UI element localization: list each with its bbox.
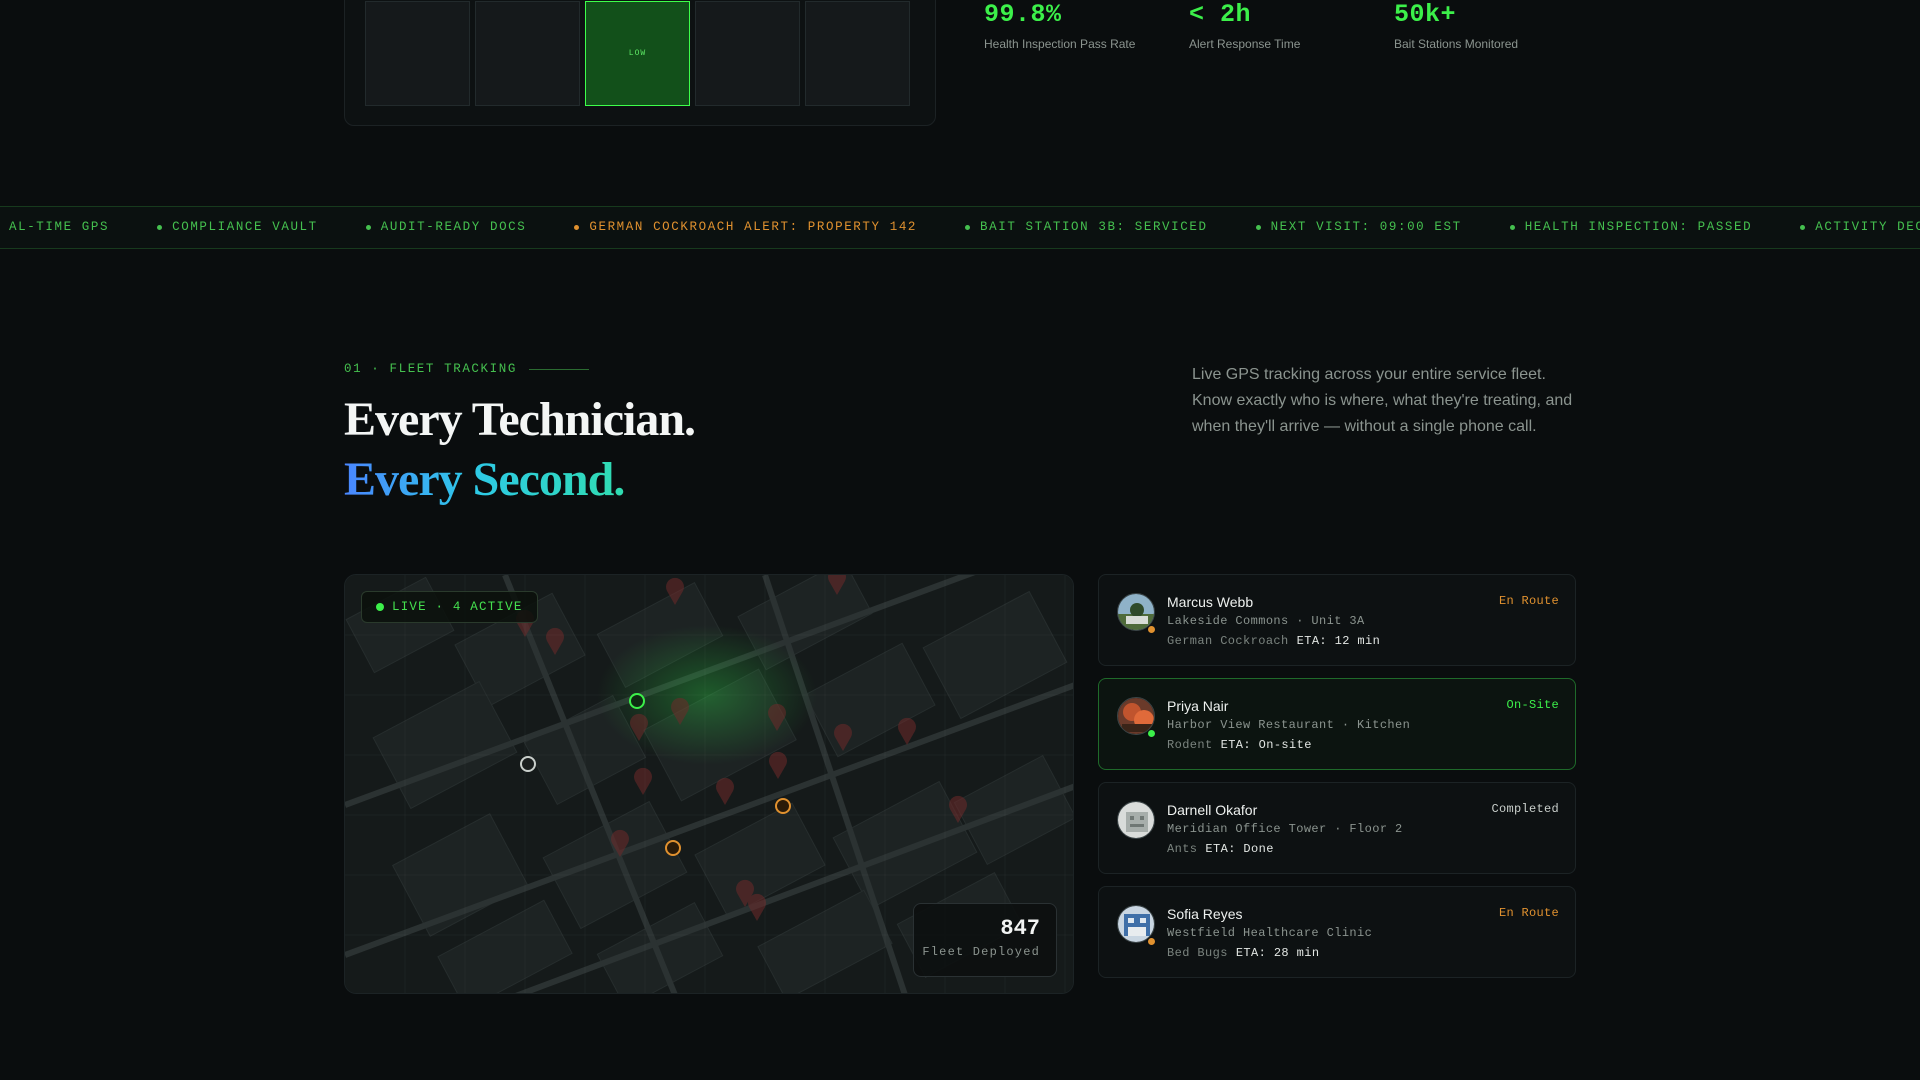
avatar [1117,801,1155,839]
technician-list: Marcus Webb Lakeside Commons · Unit 3A G… [1098,574,1576,990]
ticker-track: AL-TIME GPS COMPLIANCE VAULT AUDIT-READY… [0,220,1920,234]
ticker-text: HEALTH INSPECTION: PASSED [1524,220,1753,234]
technician-name: Darnell Okafor [1167,802,1258,818]
fleet-map[interactable]: LIVE · 4 ACTIVE 847 Fleet Deployed [344,574,1074,994]
status-dot-icon [1147,729,1156,738]
section-description: Live GPS tracking across your entire ser… [1192,366,1573,435]
heatmap-card: LOW [344,0,936,126]
stat-label: Alert Response Time [1189,37,1301,51]
technician-card[interactable]: Darnell Okafor Meridian Office Tower · F… [1098,782,1576,874]
live-label: LIVE · 4 ACTIVE [392,600,523,614]
pest-type: Bed Bugs [1167,946,1228,960]
tech-marker-en-route[interactable] [775,798,791,814]
tech-marker-on-site[interactable] [629,693,645,709]
pest-type: Ants [1167,842,1198,856]
stat-value: 50k+ [1394,0,1457,29]
technician-card[interactable]: Priya Nair Harbor View Restaurant · Kitc… [1098,678,1576,770]
heatmap-tile[interactable] [475,1,580,106]
bullet-icon [1509,224,1515,230]
ticker-text: ACTIVITY DECLINING: ZONE [1815,220,1920,234]
fleet-count: 847 [1000,916,1040,941]
technician-name: Priya Nair [1167,698,1229,714]
live-badge: LIVE · 4 ACTIVE [361,591,538,623]
status-dot-icon [1147,625,1156,634]
technician-job: Bed Bugs ETA: 28 min [1167,946,1319,960]
stat-bait-stations: 50k+ Bait Stations Monitored [1394,0,1599,51]
tech-marker-en-route[interactable] [665,840,681,856]
ticker-item: HEALTH INSPECTION: PASSED [1509,220,1753,234]
ticker-item: AUDIT-READY DOCS [365,220,527,234]
technician-card[interactable]: Sofia Reyes Westfield Healthcare Clinic … [1098,886,1576,978]
bullet-icon [365,224,371,230]
pest-type: German Cockroach [1167,634,1289,648]
bullet-icon [965,224,971,230]
heatmap-tile[interactable] [805,1,910,106]
status-badge: En Route [1498,594,1559,608]
stat-label: Health Inspection Pass Rate [984,37,1136,51]
ticker-item: AL-TIME GPS [0,220,109,234]
technician-location: Lakeside Commons · Unit 3A [1167,614,1365,628]
ticker-text: BAIT STATION 3B: SERVICED [980,220,1208,234]
ticker-item: GERMAN COCKROACH ALERT: PROPERTY 142 [574,220,917,234]
heatmap-tile[interactable] [695,1,800,106]
status-badge: On-Site [1506,698,1559,712]
stats-row: 99.8% Health Inspection Pass Rate < 2h A… [984,0,1599,51]
technician-card[interactable]: Marcus Webb Lakeside Commons · Unit 3A G… [1098,574,1576,666]
ticker-item: NEXT VISIT: 09:00 EST [1255,220,1462,234]
heatmap-tile-active[interactable]: LOW [585,1,690,106]
ticker-text: COMPLIANCE VAULT [172,220,318,234]
ticker-text: GERMAN COCKROACH ALERT: PROPERTY 142 [589,220,918,234]
technician-location: Westfield Healthcare Clinic [1167,926,1373,940]
technician-job: Ants ETA: Done [1167,842,1274,856]
eyebrow-divider [528,368,589,370]
status-dot-icon [1147,937,1156,946]
technician-name: Sofia Reyes [1167,906,1243,922]
status-badge: Completed [1491,802,1559,816]
technician-location: Meridian Office Tower · Floor 2 [1167,822,1403,836]
section-title-line1: Every Technician. [344,393,696,446]
stat-label: Bait Stations Monitored [1394,37,1519,51]
bullet-icon [1255,224,1261,230]
technician-name: Marcus Webb [1167,594,1254,610]
technician-location: Harbor View Restaurant · Kitchen [1167,718,1411,732]
eta: ETA: 28 min [1235,946,1320,960]
heatmap-tiles: LOW [365,1,910,106]
ticker-item: COMPLIANCE VAULT [157,220,318,234]
technician-job: German Cockroach ETA: 12 min [1167,634,1380,648]
heatmap-tile[interactable] [365,1,470,106]
stat-pass-rate: 99.8% Health Inspection Pass Rate [984,0,1189,51]
ticker-text: NEXT VISIT: 09:00 EST [1270,220,1462,234]
eta: ETA: Done [1205,842,1274,856]
bullet-icon [157,224,163,230]
bullet-icon [1800,224,1806,230]
ticker-text: AUDIT-READY DOCS [380,220,527,234]
stat-value: 99.8% [984,0,1062,29]
stat-value: < 2h [1189,0,1252,29]
fleet-deployed-box: 847 Fleet Deployed [913,903,1057,977]
technician-job: Rodent ETA: On-site [1167,738,1312,752]
live-dot-icon [376,603,384,611]
ticker-item: BAIT STATION 3B: SERVICED [965,220,1208,234]
ticker-item: ACTIVITY DECLINING: ZONE [1800,220,1920,234]
tile-level-label: LOW [628,49,647,58]
status-ticker: AL-TIME GPS COMPLIANCE VAULT AUDIT-READY… [0,206,1920,249]
status-badge: En Route [1498,906,1559,920]
eyebrow-text: 01 · FLEET TRACKING [344,362,517,376]
section-eyebrow: 01 · FLEET TRACKING [344,362,589,376]
pest-type: Rodent [1167,738,1213,752]
eta: ETA: On-site [1220,738,1312,752]
ticker-text: AL-TIME GPS [9,220,110,234]
tech-marker-completed[interactable] [520,756,536,772]
section-title-line2: Every Second. [344,453,625,506]
stat-response-time: < 2h Alert Response Time [1189,0,1394,51]
fleet-label: Fleet Deployed [922,945,1040,959]
eta: ETA: 12 min [1296,634,1381,648]
bullet-icon [574,224,580,230]
